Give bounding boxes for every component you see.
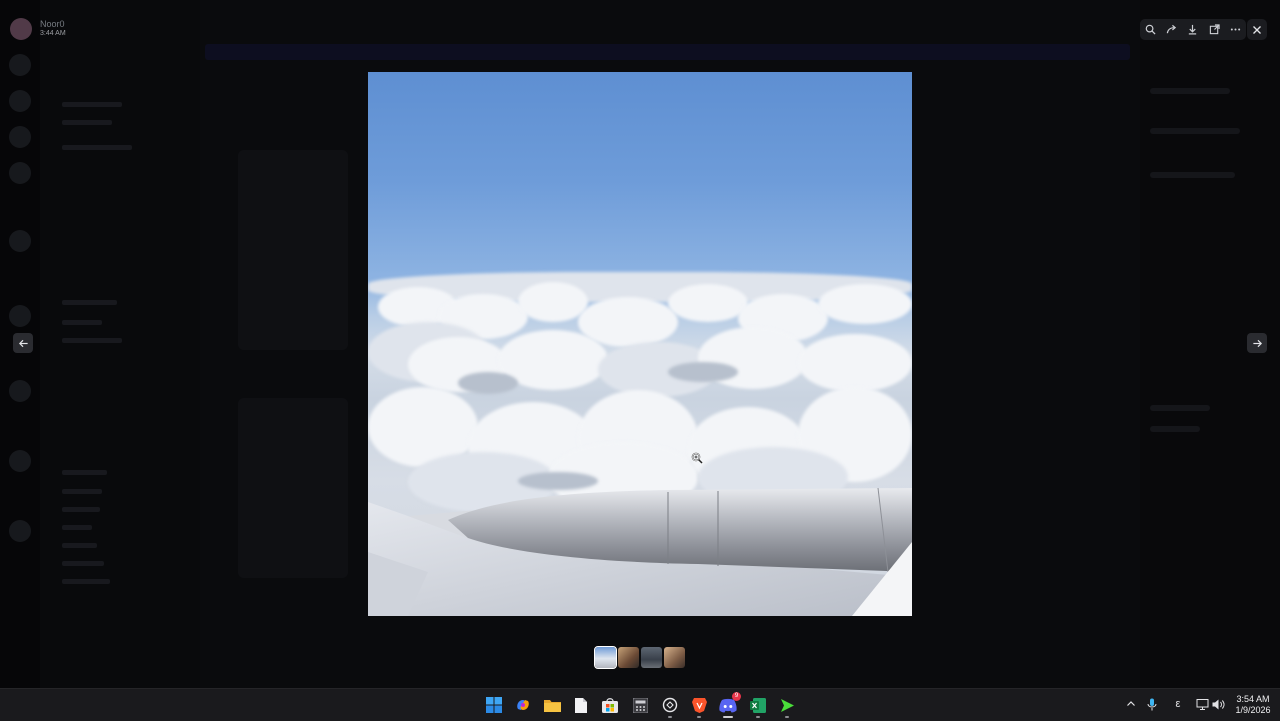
channel-item	[62, 300, 117, 305]
notepad-icon[interactable]	[571, 695, 591, 715]
thumbnail-4[interactable]	[664, 647, 685, 668]
zoom-cursor-icon	[691, 452, 703, 464]
notice-banner	[205, 44, 1130, 60]
channel-item	[62, 120, 112, 125]
start-icon[interactable]	[484, 695, 504, 715]
channel-item	[62, 579, 110, 584]
server-icon	[9, 230, 31, 252]
running-indicator	[756, 716, 760, 718]
next-button[interactable]	[1247, 333, 1267, 353]
taskbar: 9 ε 3:54 AM 1/9/2026	[0, 688, 1280, 721]
zoom-icon[interactable]	[1142, 21, 1160, 39]
open-external-icon[interactable]	[1205, 21, 1223, 39]
channel-item	[62, 102, 122, 107]
file-explorer-icon[interactable]	[542, 695, 562, 715]
server-icon	[9, 380, 31, 402]
user-status-time: 3:44 AM	[40, 30, 66, 37]
member-item	[1150, 88, 1230, 94]
channel-item	[62, 470, 107, 475]
thumbnail-3[interactable]	[641, 647, 662, 668]
discord-badge: 9	[732, 692, 741, 701]
thumbnail-2[interactable]	[618, 647, 639, 668]
volume-icon[interactable]	[1211, 697, 1225, 711]
channel-item	[62, 338, 122, 343]
clock-date: 1/9/2026	[1235, 705, 1271, 715]
thumbnail-strip	[594, 646, 685, 669]
brave-icon[interactable]	[689, 695, 709, 718]
channel-item	[62, 145, 132, 150]
network-icon[interactable]	[1195, 697, 1209, 711]
channel-item	[62, 320, 102, 325]
channel-item	[62, 525, 92, 530]
calculator-icon[interactable]	[630, 695, 650, 715]
user-name: Noor0	[40, 19, 65, 29]
running-indicator	[668, 716, 672, 718]
server-icon	[9, 450, 31, 472]
system-clock[interactable]: 3:54 AM 1/9/2026	[1226, 694, 1280, 716]
channel-item	[62, 543, 97, 548]
server-icon	[9, 305, 31, 327]
chevron-up-icon[interactable]	[1124, 697, 1138, 711]
channel-item	[62, 561, 104, 566]
forward-icon[interactable]	[1163, 21, 1181, 39]
viewer-toolbar	[1140, 19, 1246, 40]
member-item	[1150, 172, 1235, 178]
running-indicator	[697, 716, 701, 718]
excel-icon[interactable]	[748, 695, 768, 718]
channel-item	[62, 507, 100, 512]
language-indicator[interactable]: ε	[1171, 697, 1185, 711]
store-icon[interactable]	[600, 695, 620, 715]
discord-icon[interactable]: 9	[718, 692, 741, 718]
server-icon	[9, 126, 31, 148]
member-item	[1150, 405, 1210, 411]
microphone-icon[interactable]	[1145, 697, 1159, 711]
thumbnail-1[interactable]	[594, 646, 617, 669]
member-item	[1150, 426, 1200, 432]
arrow-left-icon	[18, 339, 28, 347]
server-icon	[9, 54, 31, 76]
more-icon[interactable]	[1226, 21, 1244, 39]
arrow-right-icon	[1252, 339, 1262, 347]
airplane-wing	[368, 487, 912, 616]
message-attachment	[238, 398, 348, 578]
avatar	[10, 18, 32, 40]
chatgpt-icon[interactable]	[660, 695, 680, 718]
terminal-icon[interactable]	[777, 695, 797, 718]
clock-time: 3:54 AM	[1236, 694, 1270, 704]
viewer-image[interactable]	[368, 72, 912, 616]
close-icon[interactable]	[1247, 19, 1267, 40]
download-icon[interactable]	[1184, 21, 1202, 39]
server-icon	[9, 90, 31, 112]
copilot-icon[interactable]	[513, 695, 533, 715]
active-indicator	[723, 716, 733, 718]
previous-button[interactable]	[13, 333, 33, 353]
channel-item	[62, 489, 102, 494]
message-attachment	[238, 150, 348, 350]
running-indicator	[785, 716, 789, 718]
server-icon	[9, 520, 31, 542]
server-icon	[9, 162, 31, 184]
member-item	[1150, 128, 1240, 134]
